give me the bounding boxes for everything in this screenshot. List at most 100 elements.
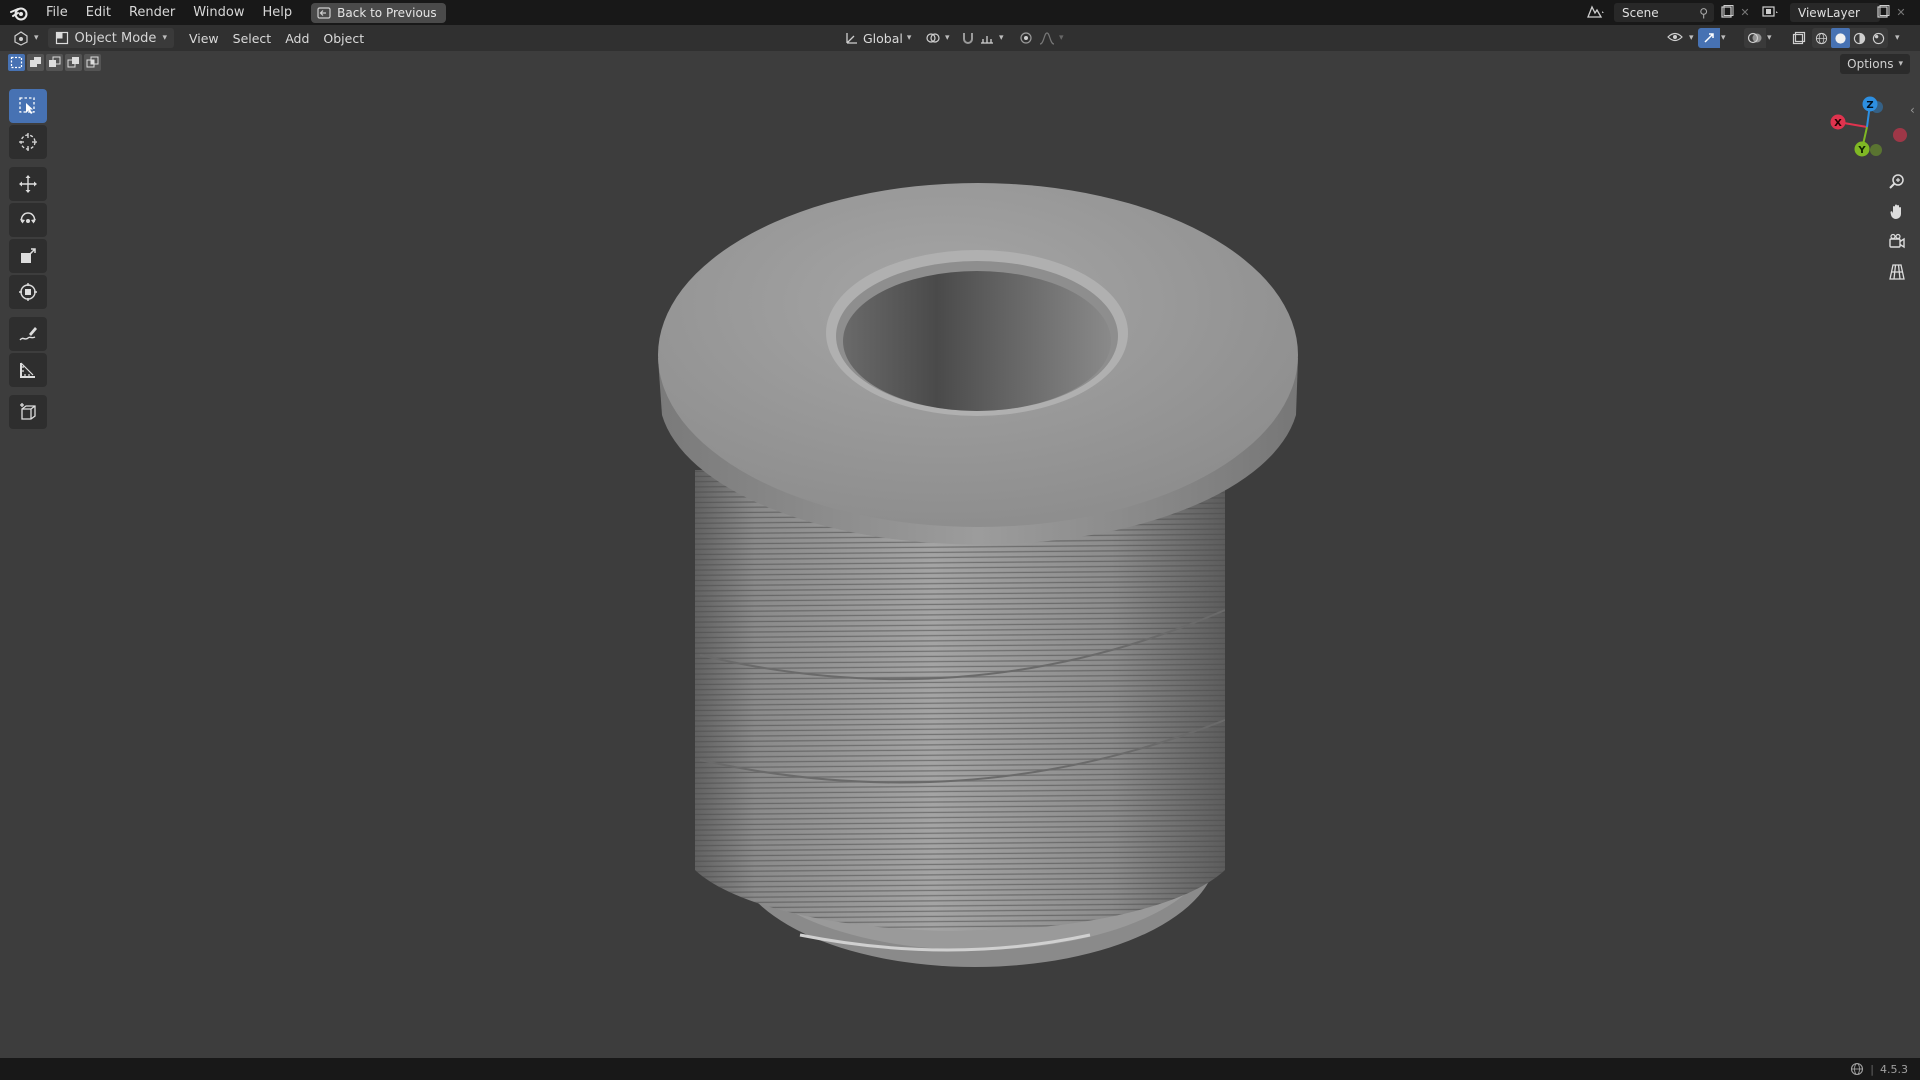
menu-select[interactable]: Select — [226, 31, 279, 46]
object-mode-icon — [55, 31, 68, 45]
scene-type-icon[interactable] — [1584, 2, 1606, 22]
move-icon — [19, 175, 37, 193]
chevron-down-icon: ▾ — [1721, 33, 1726, 43]
camera-icon — [1889, 233, 1905, 249]
orientation-label: Global — [863, 30, 903, 46]
viewport-header: ▾ Object Mode ▾ View Select Add Object G… — [0, 25, 1920, 51]
scene-name: Scene — [1622, 5, 1659, 20]
menu-view[interactable]: View — [182, 31, 226, 46]
ruler-icon — [20, 362, 35, 378]
globe-icon — [1851, 1062, 1864, 1076]
pivot-icon — [926, 33, 940, 43]
annotate-pencil-icon — [19, 327, 37, 341]
proportional-falloff-dropdown[interactable]: ▾ — [1032, 31, 1071, 45]
menu-add[interactable]: Add — [278, 31, 316, 46]
snap-increment-icon — [981, 36, 993, 44]
tool-shelf — [9, 89, 47, 431]
shading-dropdown[interactable]: ▾ — [1892, 33, 1903, 43]
eye-pointer-icon — [1667, 32, 1683, 42]
select-box-tool[interactable] — [9, 89, 47, 123]
scale-tool[interactable] — [9, 239, 47, 273]
scene-selector[interactable]: Scene ⚲ — [1614, 3, 1714, 22]
mode-label: Object Mode — [74, 30, 157, 46]
menu-window[interactable]: Window — [184, 0, 253, 25]
rendered-shading-icon[interactable] — [1869, 28, 1888, 48]
toggle-perspective-button[interactable] — [1882, 259, 1912, 285]
view-layer-selector[interactable]: ViewLayer — [1790, 3, 1880, 22]
overlays-icon — [1747, 32, 1762, 44]
menu-file[interactable]: File — [37, 0, 77, 25]
gizmo-dropdown[interactable]: ▾ — [1718, 33, 1729, 43]
version-label: 4.5.3 — [1880, 1062, 1908, 1076]
top-bar: File Edit Render Window Help Back to Pre… — [0, 0, 1920, 25]
new-scene-icon[interactable] — [1716, 2, 1738, 22]
move-tool[interactable] — [9, 167, 47, 201]
menu-help[interactable]: Help — [254, 0, 302, 25]
pan-button[interactable] — [1882, 199, 1912, 225]
chevron-down-icon: ▾ — [906, 33, 912, 43]
chevron-down-icon: ▾ — [1059, 33, 1064, 43]
blender-logo-icon[interactable] — [9, 3, 29, 23]
cursor-icon — [19, 133, 37, 151]
navigation-gizmo[interactable]: X Y Z — [1820, 92, 1920, 162]
add-cube-icon — [20, 403, 36, 420]
material-preview-shading-icon[interactable] — [1850, 28, 1869, 48]
solid-shading-icon[interactable] — [1831, 28, 1850, 48]
delete-scene-icon[interactable]: ✕ — [1738, 2, 1752, 22]
negative-x-axis-dot[interactable] — [1893, 128, 1907, 142]
status-bar: | 4.5.3 — [0, 1058, 1920, 1080]
cursor-tool[interactable] — [9, 125, 47, 159]
view-layer-type-icon[interactable] — [1760, 2, 1782, 22]
x-axis-label: X — [1834, 118, 1842, 129]
zoom-button[interactable] — [1882, 169, 1912, 195]
transform-icon — [19, 283, 37, 301]
delete-view-layer-icon[interactable]: ✕ — [1894, 2, 1908, 22]
transform-tool[interactable] — [9, 275, 47, 309]
negative-y-axis-dot[interactable] — [1870, 144, 1882, 156]
pivot-point-dropdown[interactable]: ▾ — [918, 31, 957, 45]
xray-icon — [1792, 31, 1806, 45]
orientation-icon — [846, 33, 857, 44]
chevron-down-icon: ▾ — [34, 33, 39, 43]
gizmo-toggle[interactable] — [1698, 28, 1720, 48]
menu-render[interactable]: Render — [120, 0, 184, 25]
center-hole — [843, 271, 1111, 411]
scale-icon — [21, 248, 36, 263]
chevron-down-icon: ▾ — [162, 33, 167, 43]
viewport-canvas[interactable] — [0, 51, 1920, 1058]
chevron-down-icon: ▾ — [1689, 33, 1694, 43]
grid-perspective-icon — [1889, 264, 1905, 280]
add-cube-tool[interactable] — [9, 395, 47, 429]
sidebar-expand-icon[interactable]: ‹ — [1910, 103, 1915, 117]
rotate-icon — [20, 212, 36, 224]
proportional-icon — [1020, 32, 1032, 44]
chevron-down-icon: ▾ — [999, 33, 1004, 43]
xray-toggle[interactable] — [1788, 28, 1810, 48]
new-view-layer-icon[interactable] — [1872, 2, 1894, 22]
y-axis-label: Y — [1857, 145, 1866, 156]
transform-orientation-dropdown[interactable]: Global ▾ — [838, 31, 918, 46]
menu-object[interactable]: Object — [316, 31, 371, 46]
camera-view-button[interactable] — [1882, 229, 1912, 255]
falloff-curve-icon — [1039, 32, 1055, 45]
pin-icon[interactable]: ⚲ — [1699, 6, 1708, 20]
menu-edit[interactable]: Edit — [77, 0, 120, 25]
shading-mode-group — [1812, 28, 1888, 48]
back-icon — [317, 6, 331, 19]
overlays-toggle[interactable] — [1744, 28, 1766, 48]
selectability-visibility-dropdown[interactable]: ▾ — [1660, 31, 1701, 45]
measure-tool[interactable] — [9, 353, 47, 387]
object-mode-dropdown[interactable]: Object Mode ▾ — [47, 28, 174, 48]
select-box-icon — [19, 97, 35, 114]
spool-mesh[interactable] — [658, 183, 1298, 970]
editor-type-button[interactable]: ▾ — [0, 30, 46, 46]
overlays-dropdown[interactable]: ▾ — [1764, 33, 1775, 43]
annotate-tool[interactable] — [9, 317, 47, 351]
hand-icon — [1890, 204, 1901, 220]
back-to-previous-button[interactable]: Back to Previous — [311, 2, 446, 23]
wireframe-shading-icon[interactable] — [1812, 28, 1831, 48]
status-divider: | — [1870, 1062, 1874, 1076]
rotate-tool[interactable] — [9, 203, 47, 237]
chevron-down-icon: ▾ — [1767, 33, 1772, 43]
snap-target-dropdown[interactable]: ▾ — [972, 31, 1011, 45]
